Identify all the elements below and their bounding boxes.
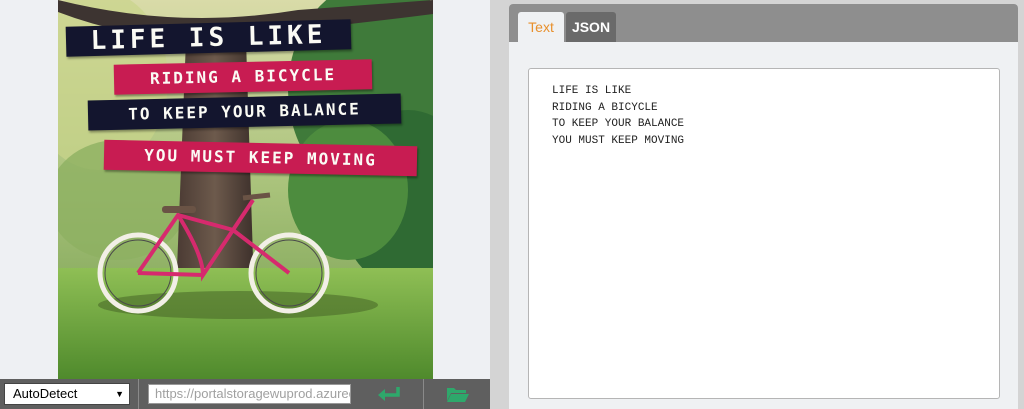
tab-json[interactable]: JSON — [566, 12, 616, 42]
upload-file-button[interactable] — [425, 379, 490, 409]
image-url-input[interactable]: https://portalstoragewuprod.azureedge.ne… — [148, 384, 351, 404]
bicycle-scene-illustration — [58, 0, 433, 379]
folder-open-icon — [446, 388, 469, 402]
result-line: YOU MUST KEEP MOVING — [552, 134, 685, 147]
result-tab-bar: Text JSON — [509, 4, 1018, 42]
result-line: RIDING A BICYCLE — [552, 101, 658, 114]
language-select-value: AutoDetect — [13, 386, 78, 401]
tab-text[interactable]: Text — [518, 12, 564, 42]
toolbar-divider — [423, 379, 424, 409]
sample-photo: LIFE IS LIKE RIDING A BICYCLE TO KEEP YO… — [58, 0, 433, 379]
image-toolbar: AutoDetect ▼ https://portalstoragewuprod… — [0, 379, 490, 409]
results-pane: Text JSON LIFE IS LIKE RIDING A BICYCLE … — [509, 4, 1018, 409]
image-preview-pane: LIFE IS LIKE RIDING A BICYCLE TO KEEP YO… — [0, 0, 490, 409]
result-line: TO KEEP YOUR BALANCE — [552, 118, 685, 130]
toolbar-divider — [138, 379, 139, 409]
result-line: LIFE IS LIKE — [552, 85, 632, 97]
quote-banner-line-2: RIDING A BICYCLE — [113, 59, 373, 95]
language-select[interactable]: AutoDetect ▼ — [4, 383, 130, 405]
enter-arrow-icon — [378, 387, 400, 401]
submit-url-button[interactable] — [355, 379, 423, 409]
chevron-down-icon: ▼ — [115, 389, 124, 399]
ocr-result-text-area[interactable]: LIFE IS LIKE RIDING A BICYCLE TO KEEP YO… — [528, 68, 1000, 399]
